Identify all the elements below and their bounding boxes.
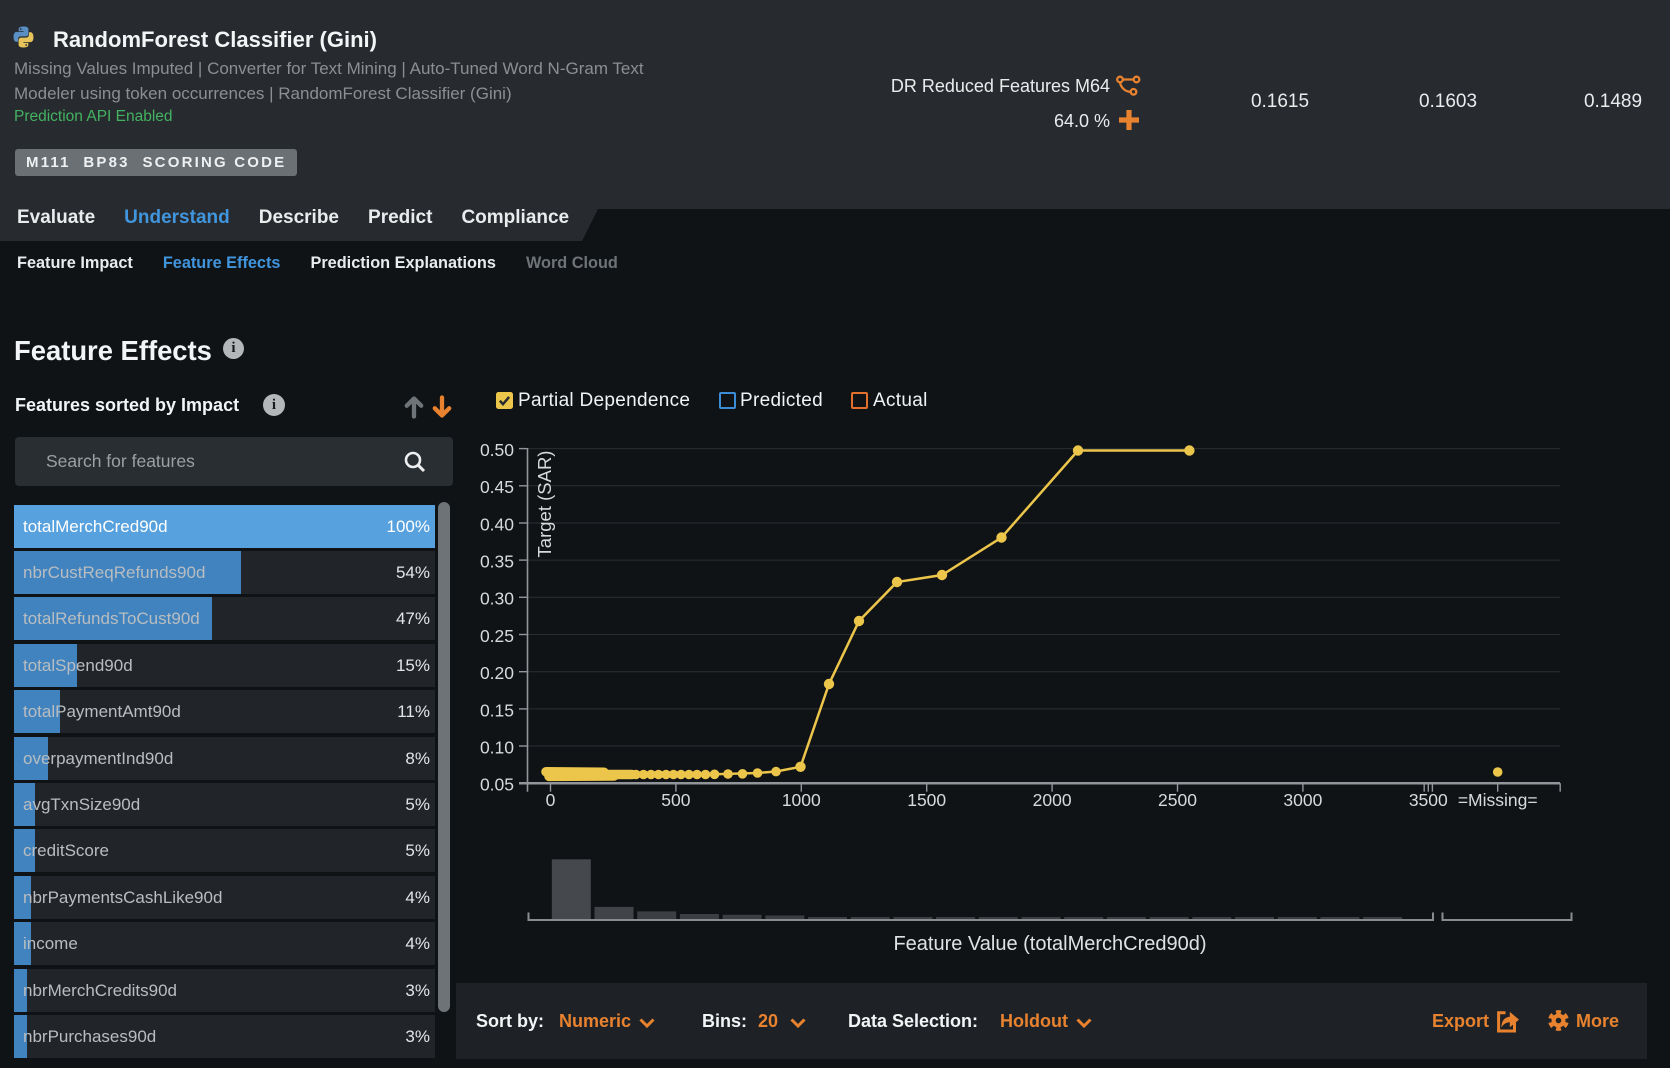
svg-text:0.25: 0.25 [480,626,514,646]
svg-text:0.15: 0.15 [480,700,514,720]
svg-text:500: 500 [661,790,690,810]
svg-text:=Missing=: =Missing= [1458,790,1538,810]
svg-text:2500: 2500 [1158,790,1197,810]
svg-text:2000: 2000 [1033,790,1072,810]
svg-text:1000: 1000 [782,790,821,810]
svg-text:Feature Value (totalMerchCred9: Feature Value (totalMerchCred90d) [893,933,1206,955]
svg-text:0.45: 0.45 [480,477,514,497]
svg-text:0.20: 0.20 [480,663,514,683]
svg-text:1500: 1500 [907,790,946,810]
svg-text:Target (SAR): Target (SAR) [534,451,555,558]
svg-text:0.30: 0.30 [480,589,514,609]
svg-text:0.10: 0.10 [480,737,514,757]
svg-text:0.40: 0.40 [480,514,514,534]
svg-text:0.05: 0.05 [480,775,514,795]
svg-text:0.35: 0.35 [480,552,514,572]
svg-text:0.50: 0.50 [480,440,514,460]
svg-text:3500: 3500 [1409,790,1448,810]
svg-text:3000: 3000 [1283,790,1322,810]
svg-text:0: 0 [546,790,556,810]
